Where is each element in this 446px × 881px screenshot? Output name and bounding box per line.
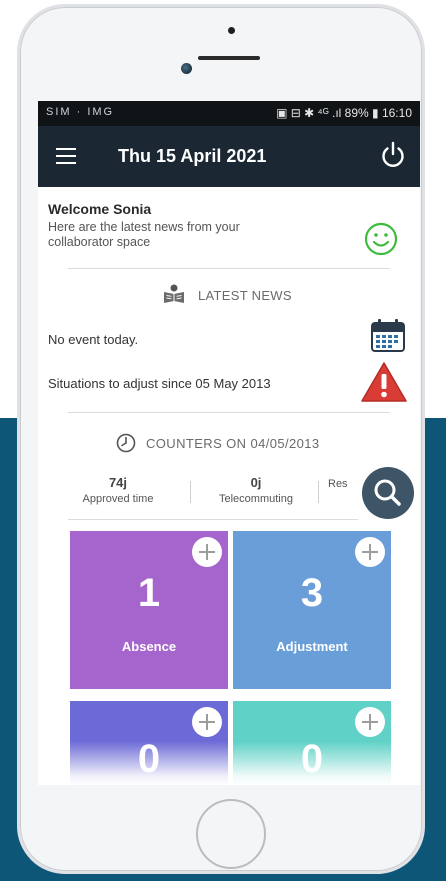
scroll-fade <box>38 741 420 785</box>
tile-count: 3 <box>300 571 324 615</box>
situations-text[interactable]: Situations to adjust since 05 May 2013 <box>48 376 271 391</box>
counter-approved-time[interactable]: 74j Approved time <box>66 475 170 505</box>
counter-value: 74j <box>108 475 128 490</box>
counter-value: 0j <box>250 475 262 490</box>
calendar-icon[interactable] <box>370 317 406 353</box>
app-screen: SIM · IMG ▣ ⊟ ✱ ⁴ᴳ .ıl 89% ▮ 16:10 Thu 1… <box>38 101 420 785</box>
add-item-button[interactable] <box>355 707 385 737</box>
search-icon <box>374 479 401 506</box>
counter-label: Approved time <box>82 493 154 505</box>
add-item-button[interactable] <box>192 707 222 737</box>
counter-label: Telecommuting <box>219 493 293 505</box>
no-event-text: No event today. <box>48 332 139 347</box>
page-title: Thu 15 April 2021 <box>118 146 267 166</box>
hamburger-menu-icon[interactable] <box>56 148 76 164</box>
phone-speaker <box>198 56 260 60</box>
divider <box>68 412 390 413</box>
tile-absence[interactable]: 1 Absence <box>70 531 228 689</box>
clock-icon <box>116 433 136 453</box>
counter-label: Res <box>328 478 348 490</box>
smiley-icon <box>364 222 398 256</box>
search-button[interactable] <box>362 467 414 519</box>
status-bar-right-info: ▣ ⊟ ✱ ⁴ᴳ .ıl 89% ▮ 16:10 <box>276 106 412 120</box>
news-reader-icon <box>164 284 184 303</box>
counter-partial[interactable]: Res <box>328 475 358 490</box>
app-bar: Thu 15 April 2021 <box>38 126 420 187</box>
counter-separator <box>190 481 191 503</box>
add-adjustment-button[interactable] <box>355 537 385 567</box>
counters-title: COUNTERS ON 04/05/2013 <box>146 436 320 451</box>
tile-label: Absence <box>121 639 177 654</box>
tile-count: 1 <box>137 571 161 615</box>
divider <box>68 519 358 520</box>
latest-news-label: LATEST NEWS <box>198 288 292 303</box>
tile-adjustment[interactable]: 3 Adjustment <box>233 531 391 689</box>
status-bar-left-icons: SIM · IMG <box>46 106 115 118</box>
status-bar: SIM · IMG ▣ ⊟ ✱ ⁴ᴳ .ıl 89% ▮ 16:10 <box>38 101 420 126</box>
front-camera <box>181 63 192 74</box>
welcome-subtitle: Here are the latest news from your colla… <box>48 220 240 249</box>
tile-label: Adjustment <box>276 639 348 654</box>
divider <box>68 268 390 269</box>
warning-icon[interactable] <box>360 361 408 403</box>
home-button[interactable] <box>196 799 266 869</box>
counter-telecommuting[interactable]: 0j Telecommuting <box>204 475 308 505</box>
power-icon[interactable] <box>378 140 408 170</box>
counter-separator <box>318 481 319 503</box>
phone-sensor <box>228 27 235 34</box>
add-absence-button[interactable] <box>192 537 222 567</box>
welcome-title: Welcome Sonia <box>48 201 152 217</box>
